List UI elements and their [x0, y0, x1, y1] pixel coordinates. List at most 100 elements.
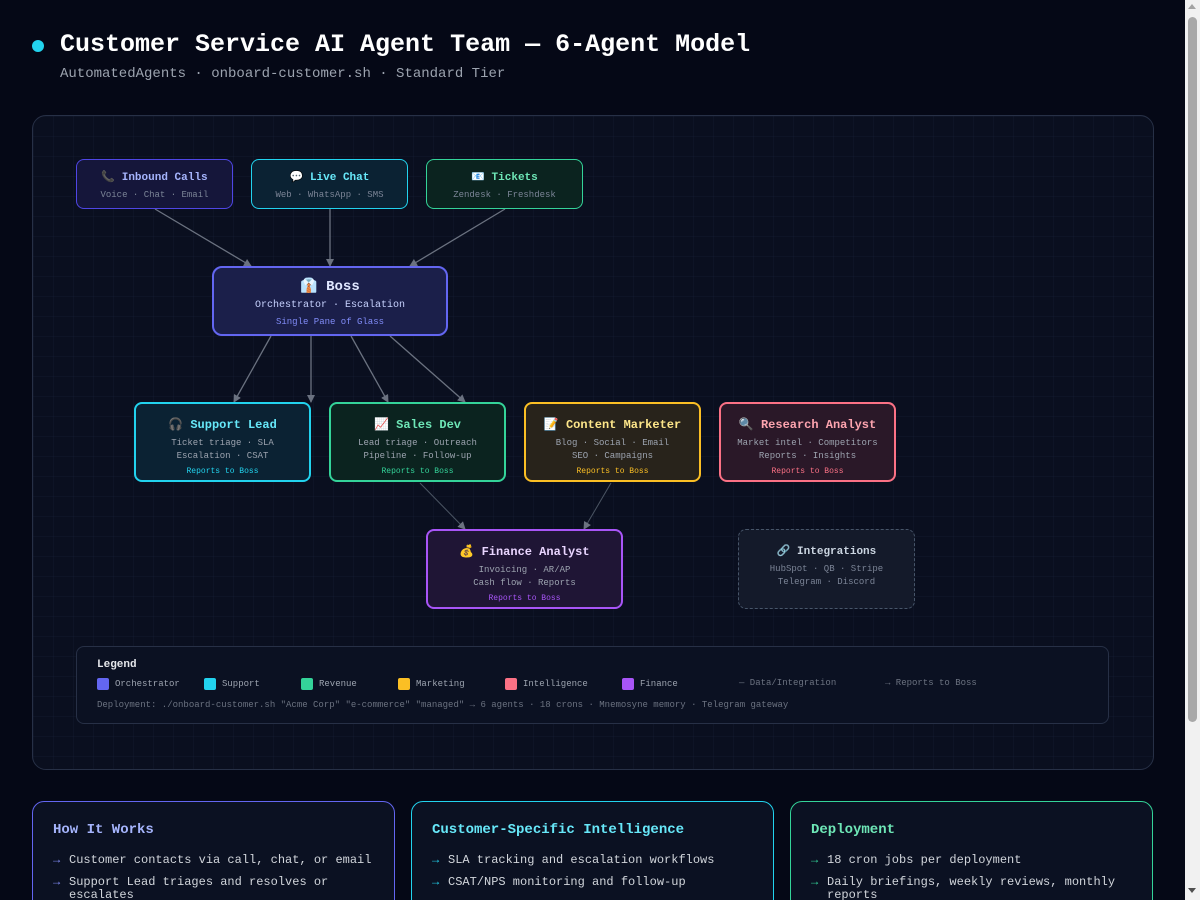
status-dot [32, 40, 44, 52]
channel-label: Inbound Calls [121, 172, 208, 184]
legend-label: Revenue [319, 679, 357, 689]
legend-revenue: Revenue [301, 678, 357, 690]
card-list: → SLA tracking and escalation workflows →… [432, 854, 757, 898]
agent-report: Reports to Boss [576, 467, 649, 476]
scrollbar-thumb[interactable] [1188, 17, 1197, 722]
legend-support: Support [204, 678, 260, 690]
boss-sub: Orchestrator · Escalation [254, 300, 406, 311]
legend-swatch [398, 678, 410, 690]
agent-desc-line2: Reports · Insights [758, 451, 857, 461]
card-title: Deployment [811, 822, 896, 838]
agent-finance-analyst[interactable]: 💰 Finance Analyst Invoicing · AR/AP Cash … [426, 529, 623, 609]
agent-label: Support Lead [190, 418, 277, 432]
agent-desc-line2: Cash flow · Reports [473, 578, 576, 588]
channel-label: Tickets [491, 172, 538, 184]
arrow-icon: → [53, 853, 61, 867]
scroll-down-arrow-icon[interactable] [1188, 888, 1196, 893]
channel-tickets[interactable]: 📧 Tickets Zendesk · Freshdesk [426, 159, 583, 209]
integrations-line1: HubSpot · QB · Stripe [769, 564, 884, 574]
edge-boss-support [233, 335, 272, 403]
card-list: → 18 cron jobs per deployment → Daily brie… [811, 854, 1136, 900]
agent-desc-line1: Lead triage · Outreach [358, 438, 477, 448]
phone-icon: 📞 [101, 172, 116, 184]
list-item: → Customer contacts via call, chat, or em… [53, 854, 378, 867]
agent-content-marketer[interactable]: 📝 Content Marketer Blog · Social · Email… [524, 402, 701, 482]
agent-desc-line2: SEO · Campaigns [571, 451, 653, 461]
card-title: How It Works [53, 822, 154, 838]
link-icon: 🔗 [776, 546, 791, 558]
boss-node[interactable]: 👔 Boss Orchestrator · Escalation Single … [212, 266, 448, 336]
memo-icon: 📝 [543, 418, 559, 432]
list-item: → Support Lead triages and resolves or es… [53, 876, 378, 900]
legend-swatch [505, 678, 517, 690]
legend-label: Finance [640, 679, 678, 689]
edge-boss-research [389, 335, 466, 403]
vertical-scrollbar[interactable] [1185, 0, 1200, 900]
page-title: Customer Service AI Agent Team — 6-Agent… [60, 30, 751, 59]
arrow-icon: → [53, 875, 61, 889]
legend-data-integration: — Data/Integration [739, 678, 837, 688]
legend-swatch [622, 678, 634, 690]
agent-desc-line1: Blog · Social · Email [555, 438, 670, 448]
channel-sub: Web · WhatsApp · SMS [275, 190, 384, 200]
edge-calls-boss [154, 208, 252, 267]
list-item-text: Daily briefings, weekly reviews, monthly… [827, 875, 1116, 900]
legend-swatch [301, 678, 313, 690]
card-list: → Customer contacts via call, chat, or em… [53, 854, 378, 900]
agent-support-lead[interactable]: 🎧 Support Lead Ticket triage · SLA Escala… [134, 402, 311, 482]
list-item-text: Customer contacts via call, chat, or ema… [69, 853, 372, 867]
agent-desc-line1: Invoicing · AR/AP [478, 565, 571, 575]
card-how-it-works: How It Works → Customer contacts via call… [32, 801, 395, 900]
agent-label: Sales Dev [396, 418, 461, 432]
legend-intelligence: Intelligence [505, 678, 588, 690]
channel-label: Live Chat [309, 172, 370, 184]
diagram-panel: 📞 Inbound Calls Voice · Chat · Email 💬 L… [32, 115, 1154, 770]
channel-live-chat[interactable]: 💬 Live Chat Web · WhatsApp · SMS [251, 159, 408, 209]
integrations-node[interactable]: 🔗 Integrations HubSpot · QB · Stripe Tele… [738, 529, 915, 609]
list-item-text: 18 cron jobs per deployment [827, 853, 1022, 867]
legend-marketing: Marketing [398, 678, 465, 690]
list-item-text: Support Lead triages and resolves or esc… [69, 875, 329, 900]
headphones-icon: 🎧 [168, 418, 184, 432]
agent-sales-dev[interactable]: 📈 Sales Dev Lead triage · Outreach Pipeli… [329, 402, 506, 482]
magnifier-icon: 🔍 [738, 418, 754, 432]
arrow-icon: → [811, 875, 819, 889]
money-bag-icon: 💰 [459, 545, 475, 559]
channel-inbound-calls[interactable]: 📞 Inbound Calls Voice · Chat · Email [76, 159, 233, 209]
edge-content-finance [583, 482, 612, 530]
list-item: → CSAT/NPS monitoring and follow-up [432, 876, 757, 889]
integrations-line2: Telegram · Discord [777, 577, 876, 587]
necktie-icon: 👔 [300, 279, 318, 295]
legend-orchestrator: Orchestrator [97, 678, 180, 690]
list-item-text: CSAT/NPS monitoring and follow-up [448, 875, 686, 889]
agent-report: Reports to Boss [186, 467, 259, 476]
channel-sub: Voice · Chat · Email [100, 190, 209, 200]
agent-desc-line2: Pipeline · Follow-up [363, 451, 472, 461]
legend-reports-to-boss: → Reports to Boss [885, 678, 977, 688]
legend-deployment: Deployment: ./onboard-customer.sh "Acme … [97, 700, 789, 710]
edge-tickets-boss [409, 208, 506, 267]
agent-report: Reports to Boss [771, 467, 844, 476]
email-icon: 📧 [471, 172, 485, 184]
list-item: → SLA tracking and escalation workflows [432, 854, 757, 867]
agent-label: Finance Analyst [481, 545, 590, 559]
agent-desc-line2: Escalation · CSAT [176, 451, 269, 461]
arrow-icon: → [432, 875, 440, 889]
page-subtitle: AutomatedAgents · onboard-customer.sh · … [60, 66, 506, 82]
legend-title: Legend [97, 659, 137, 671]
agent-report: Reports to Boss [381, 467, 454, 476]
agent-desc-line1: Ticket triage · SLA [171, 438, 274, 448]
edge-sales-finance [419, 482, 466, 530]
list-item: → Daily briefings, weekly reviews, monthl… [811, 876, 1136, 900]
legend-swatch [204, 678, 216, 690]
agent-label: Content Marketer [565, 418, 682, 432]
chart-up-icon: 📈 [374, 418, 389, 432]
legend-finance: Finance [622, 678, 678, 690]
boss-note: Single Pane of Glass [275, 317, 385, 327]
channel-sub: Zendesk · Freshdesk [453, 190, 556, 200]
agent-research-analyst[interactable]: 🔍 Research Analyst Market intel · Compet… [719, 402, 896, 482]
legend-swatch [97, 678, 109, 690]
legend-label: Orchestrator [115, 679, 180, 689]
scroll-up-arrow-icon[interactable] [1188, 4, 1196, 9]
list-item: → 18 cron jobs per deployment [811, 854, 1136, 867]
